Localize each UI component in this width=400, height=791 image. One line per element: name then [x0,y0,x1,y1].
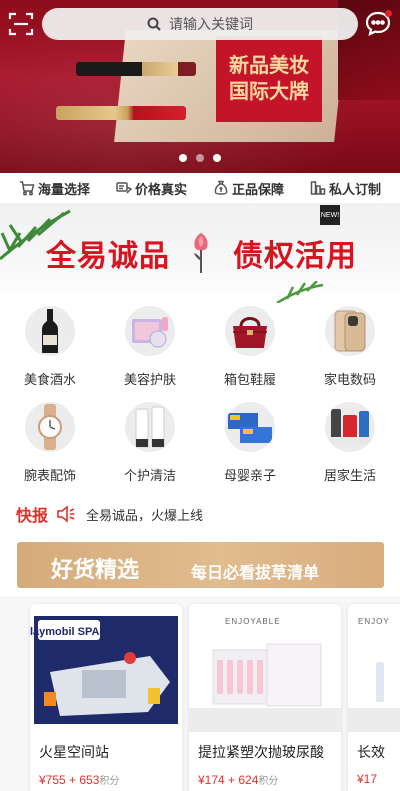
feature-item: 私人订制 [310,179,381,198]
news-text: 全易诚品，火爆上线 [86,507,204,523]
points-unit: 积分 [99,776,120,787]
product-price-value: ¥17 [357,772,378,786]
category-image [225,306,275,356]
handbag-icon [233,317,267,348]
promo-title-left: 全易诚品 [46,240,170,273]
category-item-food-drinks[interactable]: 美食酒水 [0,306,100,388]
feature-label: 价格真实 [134,181,187,197]
product-name: 提拉紧塑次抛玻尿酸 [198,744,324,760]
product-price: ¥174 + 624积分 [198,772,278,787]
product-card[interactable]: playmobil SPACE 火星空间站 ¥755 + 653积分 [30,604,182,791]
goods-section-title: 好货精选 [51,557,140,582]
cosmetics-icon [132,317,168,348]
price-tag-icon [116,182,132,194]
feature-label: 私人订制 [328,181,381,197]
category-label: 箱包鞋履 [223,372,276,387]
speaker-icon [57,505,75,523]
category-item-appliances-digital[interactable]: 家电数码 [300,306,400,388]
category-item-personal-care[interactable]: 个护清洁 [100,402,200,484]
search-bar[interactable]: 请输入关键词 [42,8,358,40]
category-item-watches-accessories[interactable]: 腕表配饰 [0,402,100,484]
unread-badge [385,10,392,17]
goods-section-subtitle: 每日必看拔草清单 [191,565,320,582]
palm-leaf-decoration [276,281,324,303]
search-icon [147,17,161,31]
category-item-mother-baby[interactable]: 母婴亲子 [200,402,300,484]
category-label: 美容护肤 [123,372,176,387]
hero-headline-line2: 国际大牌 [229,81,309,103]
rose-icon [194,233,208,273]
category-image [325,402,375,452]
feature-label: 海量选择 [37,181,90,197]
product-name: 长效 [357,744,385,760]
hero-headline: 新品美妆 国际大牌 [216,36,322,122]
promo-banner[interactable]: NEW! 全易诚品 债权活用 [0,203,400,303]
points-unit: 积分 [258,776,279,787]
category-item-home-living[interactable]: 居家生活 [300,402,400,484]
category-image [25,306,75,356]
carousel-dot[interactable] [196,154,204,162]
category-label: 母婴亲子 [223,468,276,483]
category-item-beauty-skincare[interactable]: 美容护肤 [100,306,200,388]
category-label: 个护清洁 [123,468,176,483]
product-brand: ENJOY [358,617,390,626]
product-brand: ENJOYABLE [225,617,281,626]
feature-item: 价格真实 [116,179,187,198]
toiletries-icon [135,406,165,448]
product-card[interactable]: ENJOYABLE 提拉紧塑次抛玻尿酸 ¥174 + 624积分 [189,604,341,791]
carousel-indicator [0,154,400,162]
product-image: ENJOYABLE [189,612,341,732]
category-image [125,306,175,356]
product-price-value: ¥755 + 653 [39,773,100,787]
category-label: 居家生活 [323,468,376,483]
carousel-dot[interactable] [179,154,187,162]
feature-item: 正品保障 [213,179,284,198]
promo-title-right: 债权活用 [233,240,357,273]
category-label: 腕表配饰 [23,468,76,483]
category-label: 家电数码 [323,372,376,387]
bar-chart-icon [310,181,326,195]
wristwatch-icon [38,404,62,450]
cart-icon [19,181,35,196]
feature-item: 海量选择 [19,179,90,198]
product-price-value: ¥174 + 624 [198,773,259,787]
scan-button[interactable] [8,11,34,37]
news-tag: 快报 [16,508,49,525]
goods-section-header[interactable]: 好货精选 每日必看拔草清单 [17,542,384,588]
product-carousel[interactable]: playmobil SPACE 火星空间站 ¥755 + 653积分 ENJOY… [0,596,400,791]
category-image [125,402,175,452]
product-price: ¥755 + 653积分 [39,772,119,787]
feature-strip: 海量选择 价格真实 正品保障 私人订制 [0,173,400,203]
hero-headline-line1: 新品美妆 [229,55,309,77]
lipstick-image [56,106,186,120]
search-placeholder: 请输入关键词 [169,16,253,32]
carousel-dot[interactable] [213,154,221,162]
category-label: 美食酒水 [23,372,76,387]
household-icon [329,409,371,445]
category-image [325,306,375,356]
product-name: 火星空间站 [39,744,109,760]
messages-button[interactable] [364,10,392,38]
new-badge: NEW! [320,205,340,225]
lipstick-image [76,62,196,76]
product-image: playmobil SPACE [30,612,182,732]
smartphone-icon [334,310,366,352]
category-item-bags-shoes[interactable]: 箱包鞋履 [200,306,300,388]
product-price: ¥17 [357,772,377,786]
feature-label: 正品保障 [231,181,284,197]
product-card[interactable]: ENJOY 长效 ¥17 [348,604,400,791]
product-image: ENJOY [348,612,400,732]
toy-box-icon [228,413,272,443]
money-bag-icon [214,180,228,195]
news-ticker[interactable]: 快报 全易诚品，火爆上线 [0,500,400,528]
wine-bottle-icon [42,309,58,353]
category-image [225,402,275,452]
category-image [25,402,75,452]
scan-icon [8,12,34,36]
product-brand: playmobil SPACE [30,626,115,638]
